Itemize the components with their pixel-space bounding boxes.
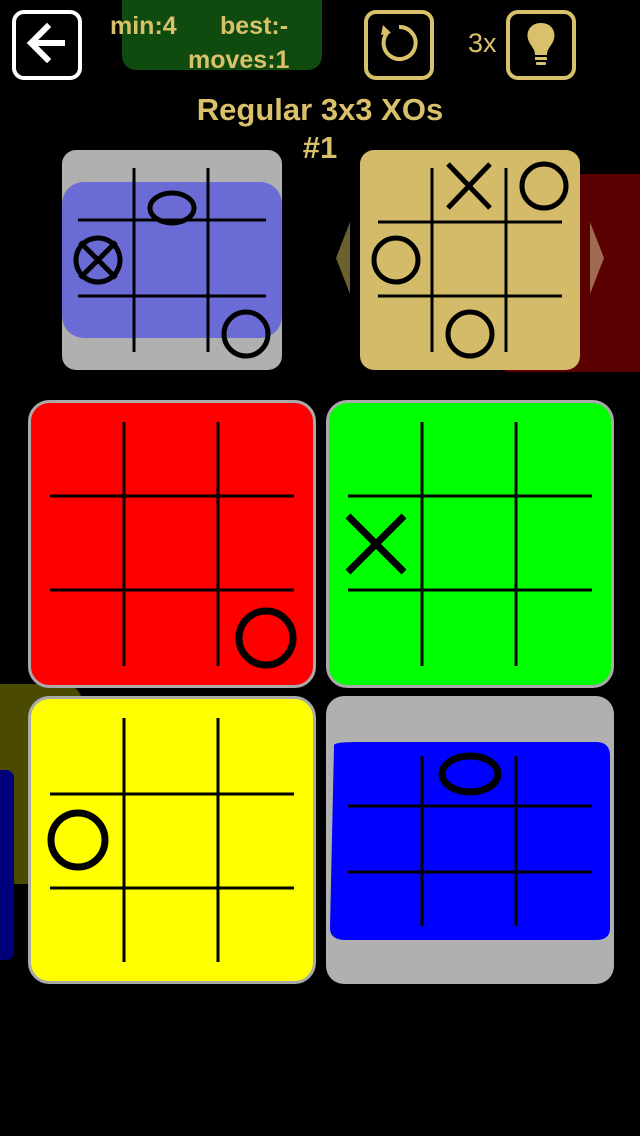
best-label: best: <box>220 12 280 40</box>
lightbulb-icon <box>521 19 561 72</box>
puzzle-title: Regular 3x3 XOs <box>196 92 444 127</box>
moves-stat: moves:1 <box>188 48 289 73</box>
prev-arrow-icon[interactable] <box>334 222 350 294</box>
min-value: 4 <box>162 12 177 40</box>
offscreen-board-left-blue <box>0 770 14 960</box>
green-board[interactable] <box>326 400 614 688</box>
red-board[interactable] <box>28 400 316 688</box>
moves-label: moves: <box>188 46 276 74</box>
restart-button[interactable] <box>364 10 434 80</box>
min-stat: min:4 <box>110 14 177 39</box>
best-stat: best:- <box>220 14 288 39</box>
preview-current-board <box>62 150 282 370</box>
stats-panel: min:4 best:- moves:1 <box>110 0 322 73</box>
best-value: - <box>279 12 289 40</box>
blue-board[interactable] <box>326 696 614 984</box>
yellow-board[interactable] <box>28 696 316 984</box>
hint-button[interactable] <box>506 10 576 80</box>
restart-icon <box>375 19 423 72</box>
min-label: min: <box>110 12 163 40</box>
back-arrow-icon <box>25 22 69 68</box>
back-button[interactable] <box>12 10 82 80</box>
moves-value: 1 <box>275 46 290 74</box>
hint-count: 3x <box>468 28 497 58</box>
preview-target-board <box>360 150 580 370</box>
next-arrow-icon[interactable] <box>590 222 606 294</box>
